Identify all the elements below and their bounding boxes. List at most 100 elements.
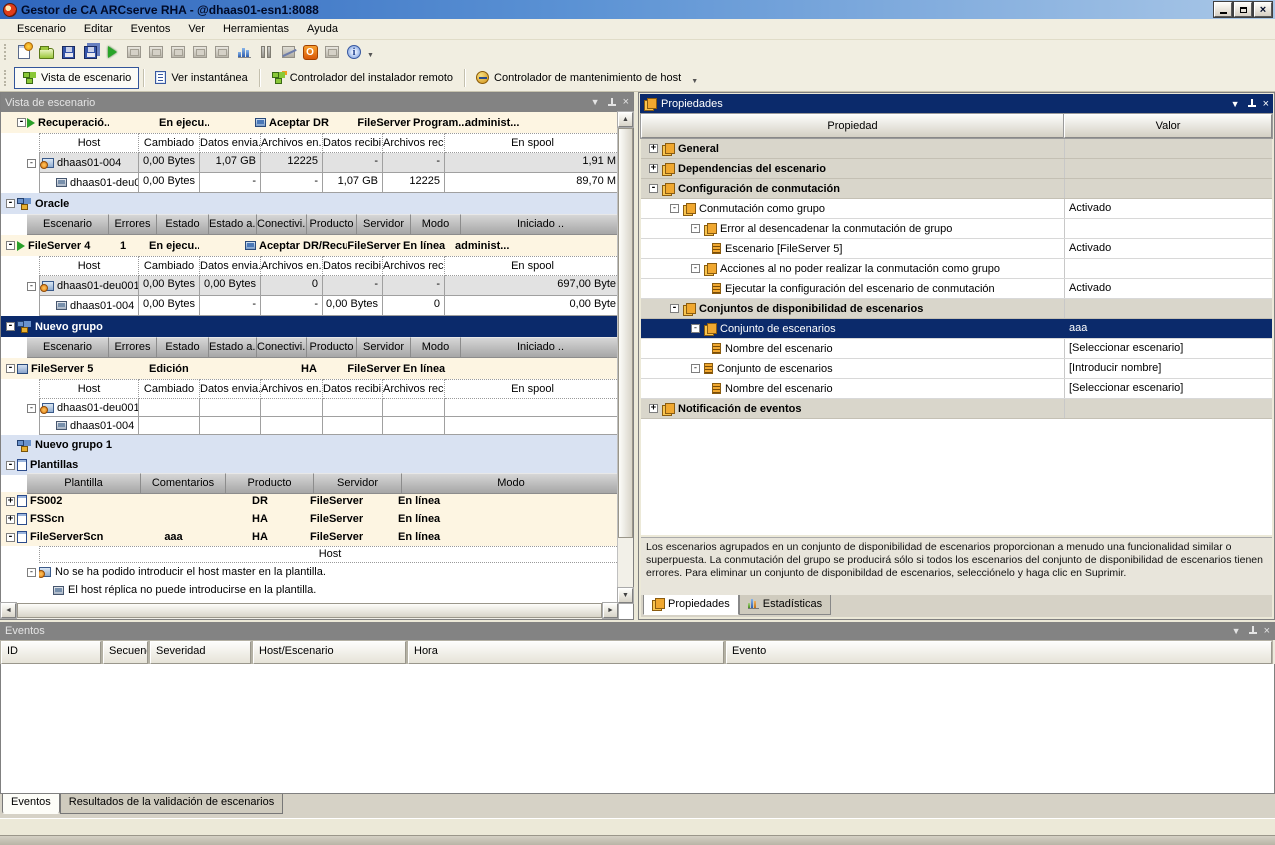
host-row-dhaas01-004[interactable]: dhaas01-004 0,00 Bytes1,07 GB12225--1,91… [1,153,618,173]
open-scenario-icon[interactable] [36,43,56,61]
property-row-acciones[interactable]: Acciones al no poder realizar la conmuta… [641,259,1272,279]
close-button[interactable]: × [1254,2,1272,17]
run-icon[interactable] [102,43,122,61]
events-list[interactable] [0,664,1275,794]
property-row-general[interactable]: General [641,139,1272,159]
expand-icon[interactable] [670,204,679,213]
expand-icon[interactable] [649,144,658,153]
group-row-nuevo-grupo-1[interactable]: Nuevo grupo 1 [1,435,618,455]
template-message-replica[interactable]: El host réplica no puede introducirse en… [1,581,618,599]
tab-resultados-validacion[interactable]: Resultados de la validación de escenario… [60,794,283,814]
view-button-ver-instantanea[interactable]: Ver instantánea [148,67,254,89]
column-severidad[interactable]: Severidad [150,641,251,664]
menu-editar[interactable]: Editar [75,21,122,37]
info-icon[interactable]: i [344,43,364,61]
replica-integrity-icon[interactable] [190,43,210,61]
suspend-icon[interactable] [256,43,276,61]
column-hora[interactable]: Hora [408,641,724,664]
statistics-icon[interactable] [234,43,254,61]
tab-estadisticas[interactable]: Estadísticas [739,595,831,615]
tab-eventos[interactable]: Eventos [2,794,60,814]
menu-ver[interactable]: Ver [179,21,214,37]
difference-report-icon[interactable] [212,43,232,61]
expand-icon[interactable] [6,241,15,250]
save-all-icon[interactable] [80,43,100,61]
column-valor[interactable]: Valor [1064,114,1272,138]
expand-icon[interactable] [27,159,36,168]
host-row-dhaas01-004[interactable]: dhaas01-004 0,00 Bytes--0,00 Bytes00,00 … [1,296,618,316]
property-row-nombre-escenario-2[interactable]: Nombre del escenario [Seleccionar escena… [641,379,1272,399]
host-maintenance-icon[interactable] [322,43,342,61]
template-row-fsscn[interactable]: FSScn HA FileServer En línea [1,510,618,528]
host-row-dhaas01-deu001[interactable]: dhaas01-deu001 [1,399,618,417]
menu-eventos[interactable]: Eventos [122,21,180,37]
column-evento[interactable]: Evento [726,641,1272,664]
expand-icon[interactable] [649,164,658,173]
scrollbar-thumb[interactable] [17,603,602,618]
property-row-configuracion-conmutacion[interactable]: Configuración de conmutación [641,179,1272,199]
host-row-dhaas01-deu001[interactable]: dhaas01-deu001 0,00 Bytes0,00 Bytes0--69… [1,276,618,296]
property-row-nombre-escenario-1[interactable]: Nombre del escenario [Seleccionar escena… [641,339,1272,359]
synchronize-icon[interactable] [124,43,144,61]
template-row-fs002[interactable]: FS002 DR FileServer En línea [1,492,618,510]
view-toolbar-grip[interactable] [4,70,9,86]
expand-icon[interactable] [691,364,700,373]
scroll-left-icon[interactable]: ◄ [1,603,16,618]
expand-icon[interactable] [17,118,26,127]
expand-icon[interactable] [6,533,15,542]
new-scenario-icon[interactable] [14,43,34,61]
property-row-error-desencadenar[interactable]: Error al desencadenar la conmutación de … [641,219,1272,239]
panel-menu-icon[interactable]: ▼ [1231,100,1240,109]
view-button-mantenimiento-host[interactable]: Controlador de mantenimiento de host [469,67,688,89]
panel-menu-icon[interactable]: ▼ [591,98,600,107]
expand-icon[interactable] [670,304,679,313]
expand-icon[interactable] [649,404,658,413]
data-rewind-icon[interactable] [168,43,188,61]
expand-icon[interactable] [6,497,15,506]
view-button-instalador-remoto[interactable]: Controlador del instalador remoto [264,67,460,89]
expand-icon[interactable] [27,568,36,577]
expand-icon[interactable] [6,515,15,524]
suspend-replication-icon[interactable] [278,43,298,61]
scrollbar-thumb[interactable] [618,128,633,538]
expand-icon[interactable] [6,199,15,208]
save-icon[interactable] [58,43,78,61]
restore-data-icon[interactable] [146,43,166,61]
menu-escenario[interactable]: Escenario [8,21,75,37]
property-row-dependencias[interactable]: Dependencias del escenario [641,159,1272,179]
expand-icon[interactable] [6,461,15,470]
expand-icon[interactable] [27,282,36,291]
scenario-row-fileserver-4[interactable]: FileServer 4 1 En ejecu... Aceptar DR/Re… [1,235,618,256]
template-row-fileserverscn[interactable]: FileServerScn aaa HA FileServer En línea [1,528,618,546]
menu-herramientas[interactable]: Herramientas [214,21,298,37]
expand-icon[interactable] [27,404,36,413]
expand-icon[interactable] [691,264,700,273]
restore-button[interactable] [1234,2,1252,17]
column-secuencia[interactable]: Secuenc▽ [103,641,148,664]
expand-icon[interactable] [691,324,700,333]
expand-icon[interactable] [649,184,658,193]
property-row-escenario-fileserver5[interactable]: Escenario [FileServer 5] Activado [641,239,1272,259]
column-host-escenario[interactable]: Host/Escenario [253,641,406,664]
toolbar-overflow-icon[interactable]: ▼ [365,43,376,61]
scroll-up-icon[interactable]: ▲ [618,112,633,127]
host-row-dhaas01-004[interactable]: dhaas01-004 [1,417,618,435]
column-id[interactable]: ID [1,641,101,664]
expand-icon[interactable] [6,364,15,373]
host-row-dhaas01-deu001[interactable]: dhaas01-deu001 0,00 Bytes--1,07 GB122258… [1,173,618,193]
pin-icon[interactable] [1247,99,1256,109]
expand-icon[interactable] [6,322,15,331]
expand-icon[interactable] [691,224,700,233]
group-row-plantillas[interactable]: Plantillas [1,455,618,475]
column-propiedad[interactable]: Propiedad [641,114,1064,138]
scenario-row-fileserver-5[interactable]: FileServer 5 Edición HA FileServer En lí… [1,358,618,379]
pin-icon[interactable] [607,98,616,108]
panel-menu-icon[interactable]: ▼ [1232,627,1241,636]
property-row-conmutacion-como-grupo[interactable]: Conmutación como grupo Activado [641,199,1272,219]
toolbar-grip[interactable] [4,44,9,60]
scenario-row-recuperacion[interactable]: Recuperació... En ejecu... Aceptar DR Fi… [1,112,618,133]
panel-close-icon[interactable]: × [623,98,629,107]
stop-icon[interactable]: O [300,43,320,61]
property-row-conjunto-escenarios-aaa[interactable]: Conjunto de escenarios aaa [641,319,1272,339]
template-message-master[interactable]: No se ha podido introducir el host maste… [1,563,618,581]
